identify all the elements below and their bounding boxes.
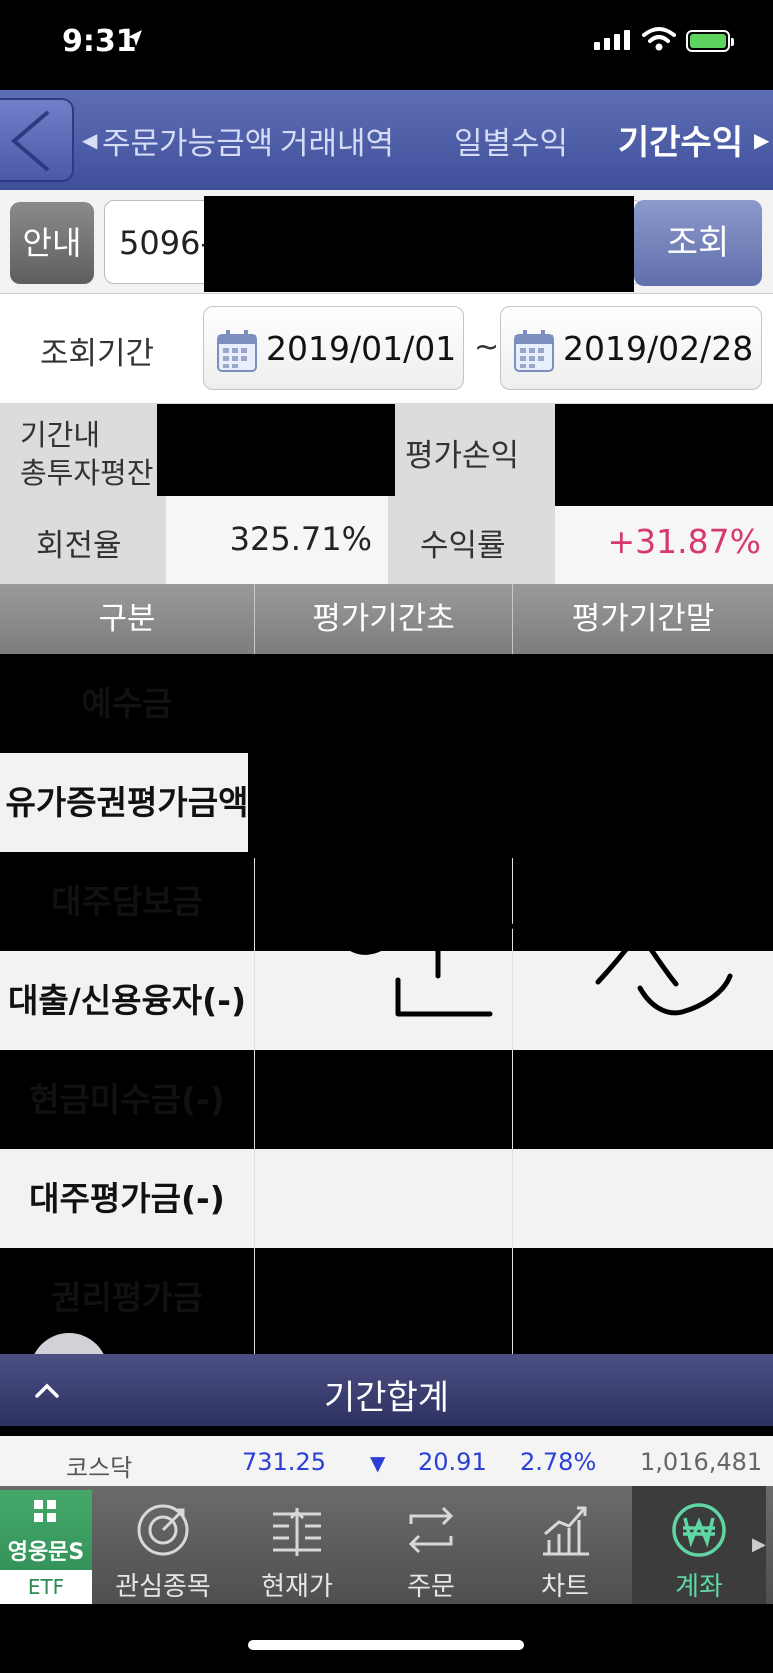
tab-daily-profit[interactable]: 일별수익 <box>454 118 568 163</box>
summary-grid: 기간내 총투자평잔 평가손익 회전율 325.71% 수익률 +31.87% <box>0 404 773 584</box>
period-sum-bar[interactable]: 기간합계 <box>0 1354 773 1426</box>
ticker-name: 코스닥 <box>66 1454 133 1482</box>
redacted-block <box>248 654 773 858</box>
table-header: 구분 평가기간초 평가기간말 <box>0 584 773 654</box>
tab-scroll-left-icon[interactable]: ◀ <box>82 128 97 152</box>
nav-current-price[interactable]: 현재가 <box>230 1486 364 1604</box>
col-header-category: 구분 <box>98 601 156 637</box>
nav-more-arrow-icon[interactable]: ▶ <box>752 1534 766 1555</box>
period-row: 조회기간 2019/01/01 ~ 2019/02/28 <box>0 294 773 404</box>
pnl-label: 평가손익 <box>395 404 555 496</box>
col-header-period-start: 평가기간초 <box>312 601 455 637</box>
status-bar: 9:31 <box>0 0 773 90</box>
calendar-icon <box>217 330 257 372</box>
tab-period-profit[interactable]: 기간수익 <box>618 115 743 164</box>
etf-label: ETF <box>0 1570 92 1604</box>
down-arrow-icon: ▼ <box>370 1451 386 1475</box>
start-date-picker[interactable]: 2019/01/01 <box>203 306 464 390</box>
nav-order[interactable]: 주문 <box>364 1486 498 1604</box>
calendar-icon <box>514 330 554 372</box>
date-separator: ~ <box>474 330 500 365</box>
chart-icon <box>543 1506 589 1556</box>
wifi-icon <box>642 26 676 52</box>
account-number-text: 5096- <box>119 224 212 262</box>
return-value: +31.87% <box>555 506 773 584</box>
ticker-change: 20.91 <box>418 1448 487 1476</box>
home-indicator <box>0 1604 773 1673</box>
order-swap-icon <box>408 1506 454 1554</box>
cellular-signal-icon <box>594 30 630 50</box>
bottom-nav: 영웅문S ETF 관심종목 현재가 주문 차트 계좌 ▶ <box>0 1486 773 1604</box>
battery-icon <box>686 30 734 52</box>
return-label: 수익률 <box>388 496 555 584</box>
table-row: 권리평가금 <box>0 1248 773 1347</box>
row-label: 권리평가금 <box>51 1278 203 1317</box>
nav-watchlist[interactable]: 관심종목 <box>96 1486 230 1604</box>
end-date-picker[interactable]: 2019/02/28 <box>500 306 762 390</box>
nav-etf-menu[interactable]: 영웅문S ETF <box>0 1490 92 1604</box>
row-label: 예수금 <box>81 684 173 723</box>
price-list-icon <box>273 1508 321 1556</box>
period-sum-label: 기간합계 <box>323 1378 450 1418</box>
search-button[interactable]: 조회 <box>634 200 762 286</box>
tab-transaction-history[interactable]: 거래내역 <box>280 118 394 163</box>
tab-order-available[interactable]: 주문가능금액 <box>102 118 273 163</box>
col-header-period-end: 평가기간말 <box>571 601 715 637</box>
top-tab-bar: ◀ 주문가능금액 거래내역 일별수익 기간수익 ▶ <box>0 90 773 190</box>
back-button[interactable] <box>0 98 74 182</box>
handwritten-scribble <box>337 881 733 1017</box>
row-label: 대출/신용융자(-) <box>7 981 247 1020</box>
table-row: 현금미수금(-) <box>0 1050 773 1149</box>
watchlist-icon <box>137 1504 189 1556</box>
redacted-block <box>555 404 773 506</box>
avg-investment-label: 기간내 총투자평잔 <box>0 404 157 496</box>
table-body: 예수금 유가증권평가금액 대주담보금 대출/신용융자(-) 현금미수금(-) 대… <box>0 654 773 1354</box>
brand-label: 영웅문S <box>7 1540 85 1565</box>
redacted-block <box>204 196 634 292</box>
turnover-label: 회전율 <box>0 496 166 584</box>
location-icon <box>126 28 144 52</box>
redacted-block <box>157 404 395 496</box>
won-currency-icon <box>672 1503 726 1557</box>
info-button[interactable]: 안내 <box>10 202 94 284</box>
turnover-value: 325.71% <box>166 496 388 584</box>
row-label: 현금미수금(-) <box>29 1080 225 1119</box>
start-date-text: 2019/01/01 <box>266 329 457 368</box>
row-label: 유가증권평가금액 <box>5 783 249 822</box>
period-label: 조회기간 <box>40 336 155 372</box>
row-label: 대주평가금(-) <box>29 1179 225 1218</box>
ticker-rate: 2.78% <box>520 1448 597 1476</box>
table-row: 대주평가금(-) <box>0 1149 773 1248</box>
account-row: 안내 5096- 조회 <box>0 190 773 294</box>
grid-icon <box>34 1500 56 1522</box>
ticker-index: 731.25 <box>242 1448 326 1476</box>
tab-scroll-right-icon[interactable]: ▶ <box>754 128 769 152</box>
ticker-volume: 1,016,481 <box>640 1448 763 1476</box>
nav-account[interactable]: 계좌 <box>632 1486 766 1604</box>
nav-chart[interactable]: 차트 <box>498 1486 632 1604</box>
end-date-text: 2019/02/28 <box>563 329 754 368</box>
back-arrow-icon <box>10 110 50 172</box>
market-ticker[interactable]: 코스닥 731.25 ▼ 20.91 2.78% 1,016,481 <box>0 1436 773 1486</box>
row-label: 대주담보금 <box>51 882 203 921</box>
